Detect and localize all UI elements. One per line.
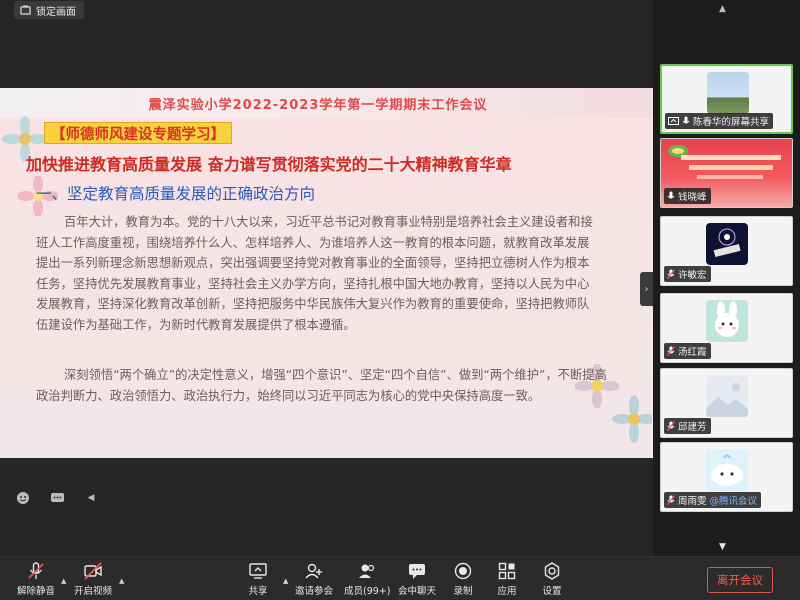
participant-tile[interactable]: 周雨雯 @腾讯会议 (660, 442, 793, 512)
participant-tile-slide[interactable]: 钱晓峰 (660, 138, 793, 208)
mic-icon (667, 191, 675, 199)
flower-decoration-icon (612, 395, 652, 443)
collapse-panel-handle[interactable]: › (640, 272, 653, 306)
participant-label: 陈春华的屏幕共享 (665, 113, 774, 129)
slide-thumb-line-2 (689, 165, 773, 170)
members-icon (359, 564, 375, 578)
start-video-button[interactable]: 开启视频 (74, 561, 112, 597)
invite-button[interactable]: 邀请参会 (295, 561, 333, 597)
avatar-whale-icon (711, 454, 743, 486)
screen-share-thumbnail (707, 72, 749, 114)
avatar-bunny-icon (715, 301, 739, 337)
add-user-icon (305, 563, 322, 579)
participant-tile[interactable]: 汤红霞 (660, 293, 793, 363)
scroll-up-icon[interactable]: ▲ (719, 4, 726, 14)
members-button[interactable]: 成员(99+) (344, 561, 390, 597)
share-button[interactable]: 共享 (248, 561, 268, 597)
topic-tag: 【师德师风建设专题学习】 (44, 122, 232, 144)
meeting-window: 锁定画面 震泽实验小学2022-2023学年第一学期期末工作会议 【师德师风建设 (0, 0, 800, 600)
chat-icon (409, 564, 425, 579)
video-off-icon (84, 562, 102, 580)
unmute-button[interactable]: 解除静音 (17, 561, 55, 597)
apps-grid-icon (498, 562, 516, 580)
avatar-fireworks-icon (713, 228, 741, 258)
chat-quick-tools: ◀ (10, 489, 104, 507)
participant-tile-screen-share[interactable]: 陈春华的屏幕共享 (660, 64, 793, 134)
scroll-down-icon[interactable]: ▼ (719, 542, 726, 552)
shared-screen-area: 锁定画面 震泽实验小学2022-2023学年第一学期期末工作会议 【师德师风建设 (0, 0, 653, 556)
participant-panel: ▲ 陈春华的屏幕共享 钱晓峰 许敏宏 汤红霞 邱建芳 周雨雯 @腾讯会议 ▼ (653, 0, 800, 556)
slide-subtitle: 加快推进教育高质量发展 奋力谱写贯彻落实党的二十大精神教育华章 (26, 155, 512, 174)
chevron-right-icon: › (644, 283, 649, 295)
avatar (706, 300, 748, 342)
mic-muted-icon (667, 495, 675, 505)
participant-label: 汤红霞 (664, 343, 711, 359)
gear-icon (544, 562, 560, 580)
slide-paragraph-2: 深刻领悟“两个确立”的决定性意义，增强“四个意识”、坚定“四个自信”、做到“两个… (36, 368, 607, 403)
leave-meeting-button[interactable]: 离开会议 (707, 567, 773, 593)
avatar-placeholder-icon (706, 375, 748, 417)
presentation-slide: 震泽实验小学2022-2023学年第一学期期末工作会议 【师德师风建设专题学习】… (0, 88, 653, 458)
video-options-caret-icon[interactable]: ▲ (119, 577, 124, 585)
chat-bubble-button[interactable] (44, 489, 70, 507)
lock-icon (20, 5, 31, 15)
participant-label: 许敏宏 (664, 266, 711, 282)
participant-tile[interactable]: 邱建芳 (660, 368, 793, 438)
audio-options-caret-icon[interactable]: ▲ (61, 577, 66, 585)
emoji-icon (17, 492, 29, 504)
section-heading: 一、坚定教育高质量发展的正确政治方向 (36, 185, 316, 203)
avatar (706, 223, 748, 265)
avatar (706, 375, 748, 417)
settings-button[interactable]: 设置 (542, 561, 562, 597)
lock-screen-button[interactable]: 锁定画面 (14, 1, 84, 19)
share-options-caret-icon[interactable]: ▲ (283, 577, 288, 585)
slide-paragraph-1: 百年大计，教育为本。党的十八大以来，习近平总书记对教育事业特别是培养社会主义建设… (36, 215, 593, 332)
mic-muted-icon (28, 562, 44, 579)
record-button[interactable]: 录制 (453, 561, 473, 597)
participant-label: 周雨雯 @腾讯会议 (664, 492, 762, 508)
participant-tile[interactable]: 许敏宏 (660, 216, 793, 286)
lock-screen-label: 锁定画面 (36, 6, 76, 18)
meeting-toolbar: 解除静音 ▲ 开启视频 ▲ 共享 ▲ 邀请参会 成员(99+) 会中聊天 录制 (0, 556, 800, 600)
mic-muted-icon (667, 346, 675, 356)
share-screen-icon (249, 563, 267, 579)
slide-thumb-line-3 (697, 175, 763, 179)
participant-label: 钱晓峰 (664, 188, 711, 204)
chevron-left-icon[interactable]: ◀ (78, 489, 104, 507)
participant-label: 邱建芳 (664, 418, 711, 434)
mic-muted-icon (667, 421, 675, 431)
mic-icon (682, 116, 690, 124)
apps-button[interactable]: 应用 (497, 561, 517, 597)
mic-muted-icon (667, 269, 675, 279)
screen-share-icon (668, 117, 679, 125)
emoji-button[interactable] (10, 489, 36, 507)
meeting-chat-button[interactable]: 会中聊天 (398, 561, 436, 597)
slide-title: 震泽实验小学2022-2023学年第一学期期末工作会议 (148, 98, 488, 113)
chat-bubble-icon (50, 492, 64, 502)
avatar (706, 449, 748, 491)
slide-thumb-line-1 (681, 155, 781, 160)
record-icon (454, 562, 472, 580)
